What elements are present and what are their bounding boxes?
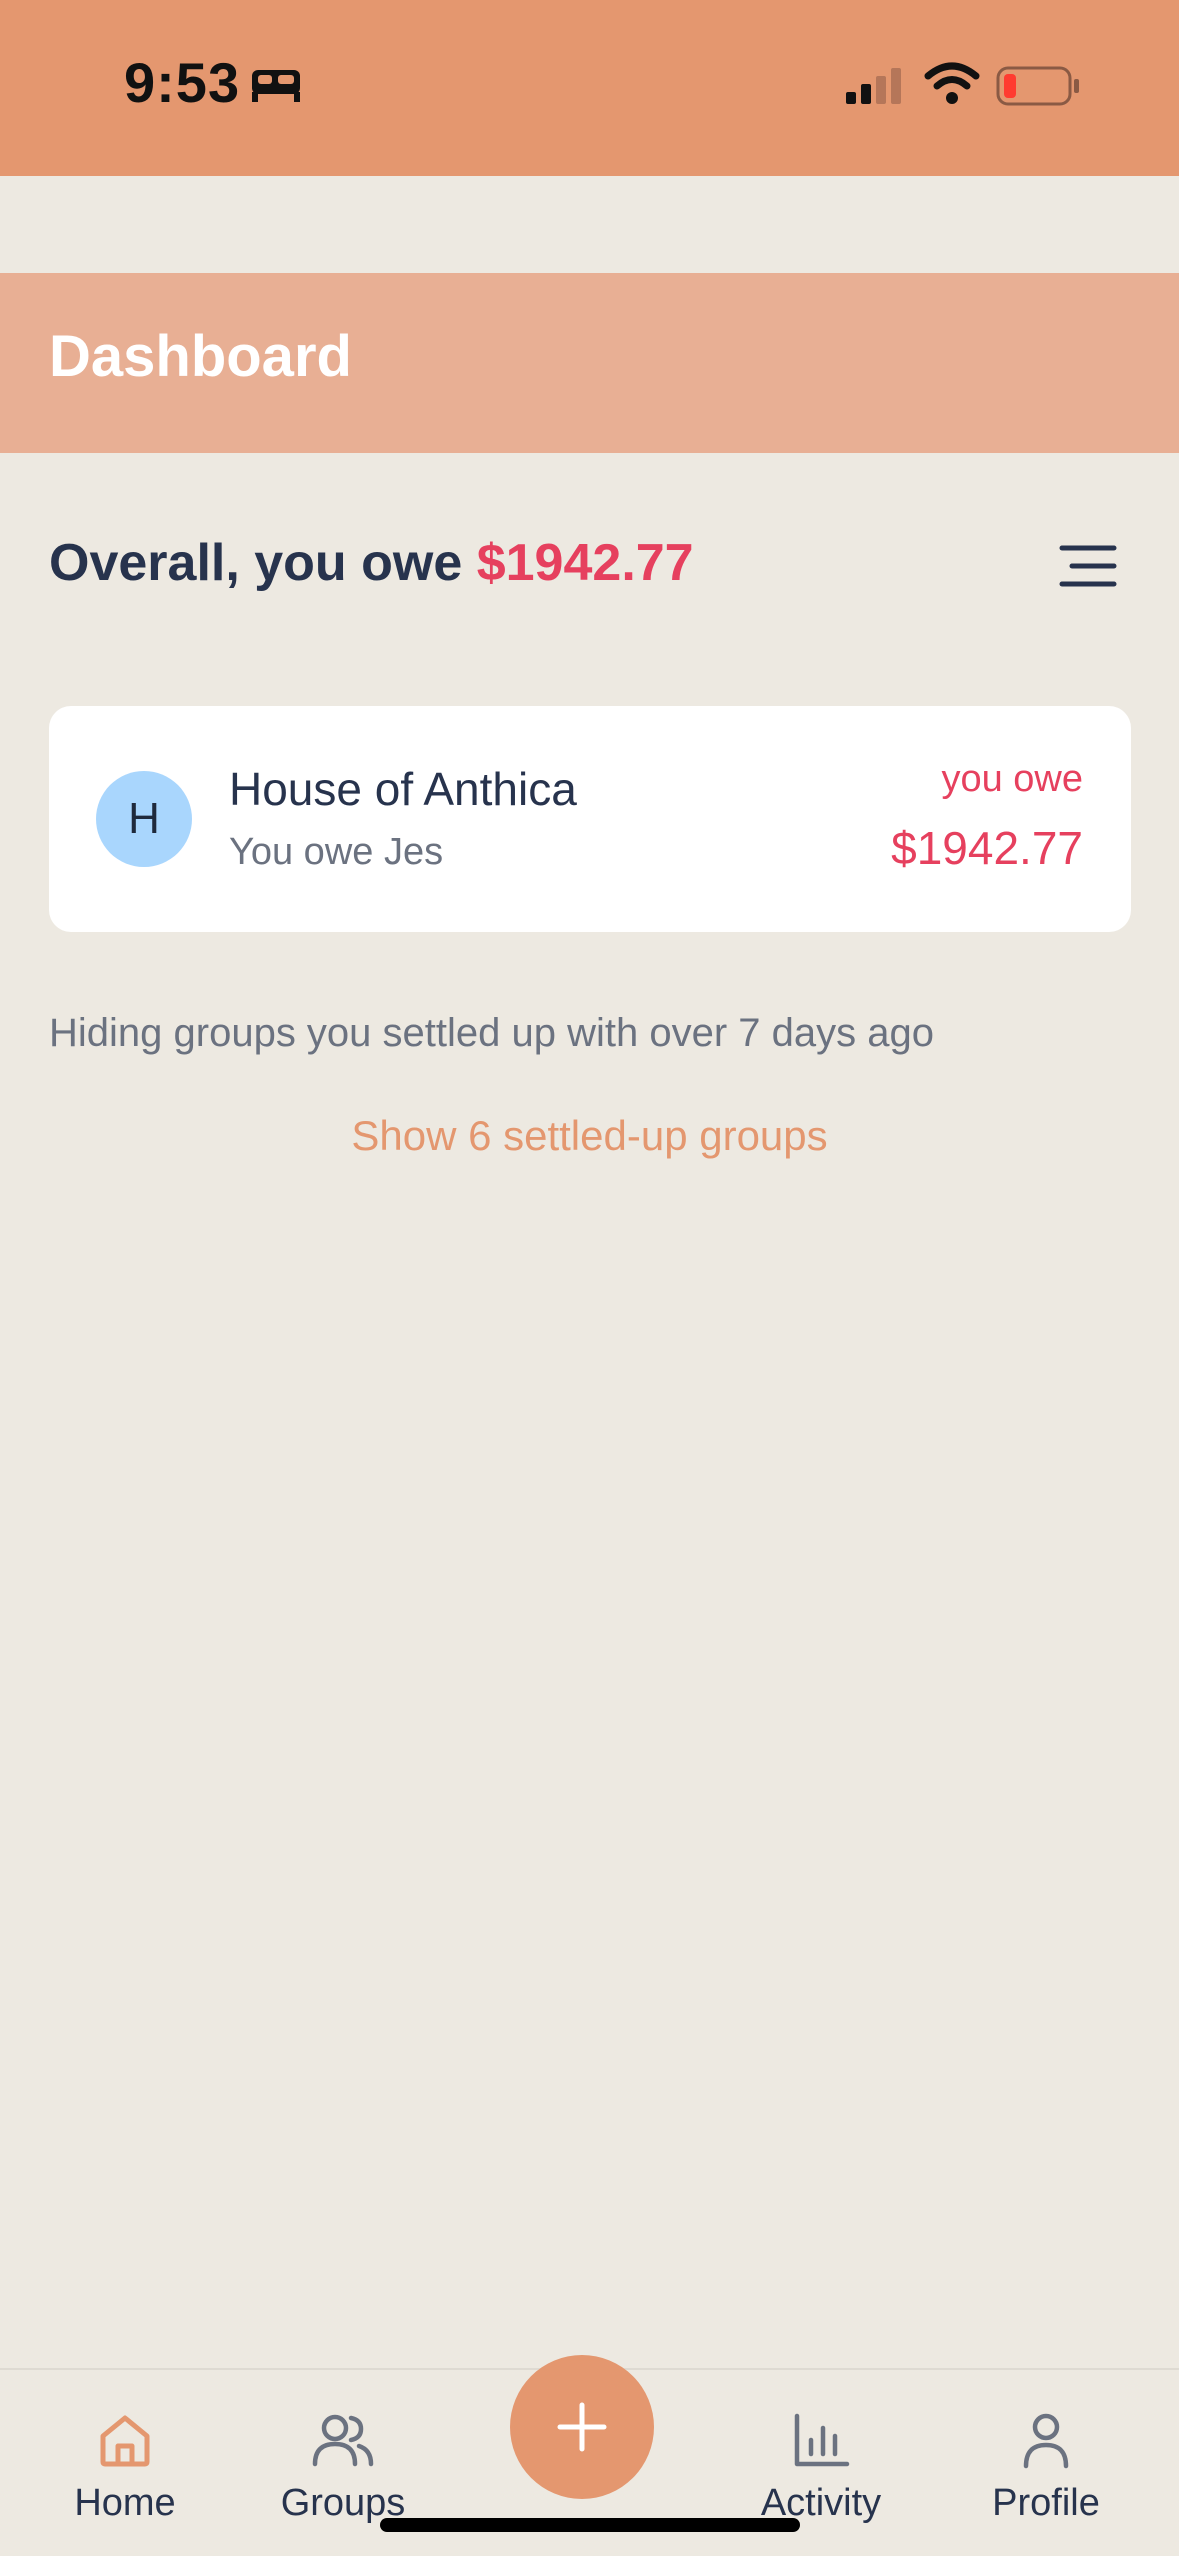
filter-menu-icon[interactable] (1058, 542, 1118, 590)
status-bar: 9:53 (0, 0, 1179, 176)
page-header: Dashboard (0, 273, 1179, 453)
group-avatar: H (96, 771, 192, 867)
show-settled-groups-link[interactable]: Show 6 settled-up groups (0, 1112, 1179, 1160)
group-status-label: you owe (941, 758, 1083, 800)
home-icon (100, 2415, 150, 2467)
user-icon (1023, 2413, 1069, 2469)
group-card[interactable]: H House of Anthica You owe Jes you owe $… (49, 706, 1131, 932)
home-indicator (380, 2518, 800, 2532)
plus-icon (557, 2402, 607, 2452)
group-name: House of Anthica (229, 763, 577, 815)
tab-home-label: Home (74, 2482, 176, 2524)
users-icon (312, 2414, 374, 2467)
tab-activity[interactable]: Activity (721, 2410, 921, 2525)
tab-home[interactable]: Home (25, 2410, 225, 2525)
add-expense-button[interactable] (510, 2355, 654, 2499)
tab-groups[interactable]: Groups (243, 2410, 443, 2525)
summary-amount: $1942.77 (476, 534, 694, 592)
tab-profile-label: Profile (992, 2482, 1100, 2524)
wifi-icon (924, 62, 980, 104)
tab-profile[interactable]: Profile (946, 2410, 1146, 2525)
bar-chart-icon (794, 2413, 850, 2467)
group-amount: $1942.77 (891, 822, 1083, 874)
balance-summary: Overall, you owe $1942.77 (49, 533, 694, 593)
hiding-note: Hiding groups you settled up with over 7… (49, 1011, 934, 1055)
summary-prefix: Overall, you owe (49, 534, 477, 592)
bed-icon (252, 70, 300, 102)
status-time: 9:53 (124, 51, 241, 114)
page-title: Dashboard (49, 324, 352, 389)
battery-low-icon (996, 66, 1079, 106)
group-subtitle: You owe Jes (229, 831, 444, 873)
signal-icon (846, 68, 901, 104)
